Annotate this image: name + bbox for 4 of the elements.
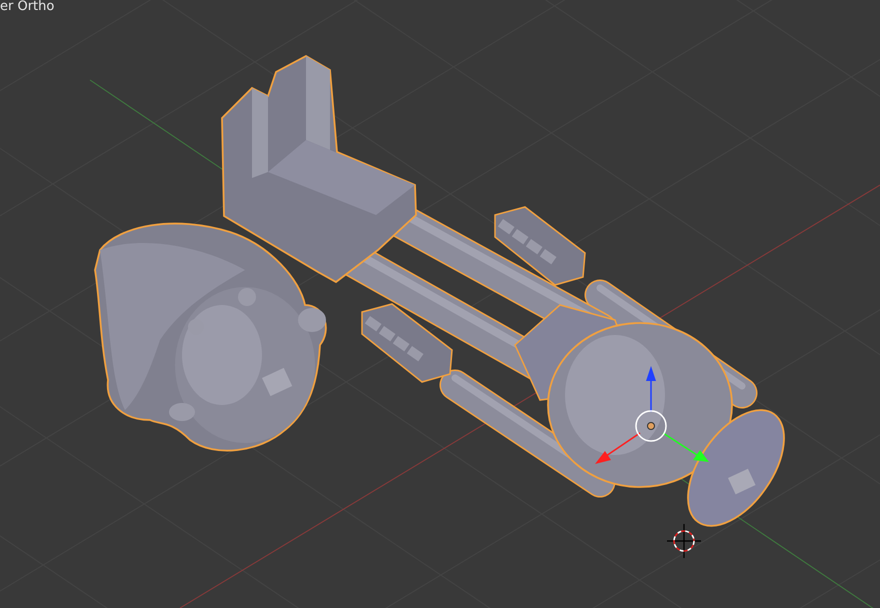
transform-gizmo-drawing[interactable]: [595, 366, 709, 464]
3d-cursor-icon: [667, 524, 701, 558]
3d-viewport[interactable]: er Ortho: [0, 0, 880, 608]
view-label: er Ortho: [0, 0, 54, 14]
